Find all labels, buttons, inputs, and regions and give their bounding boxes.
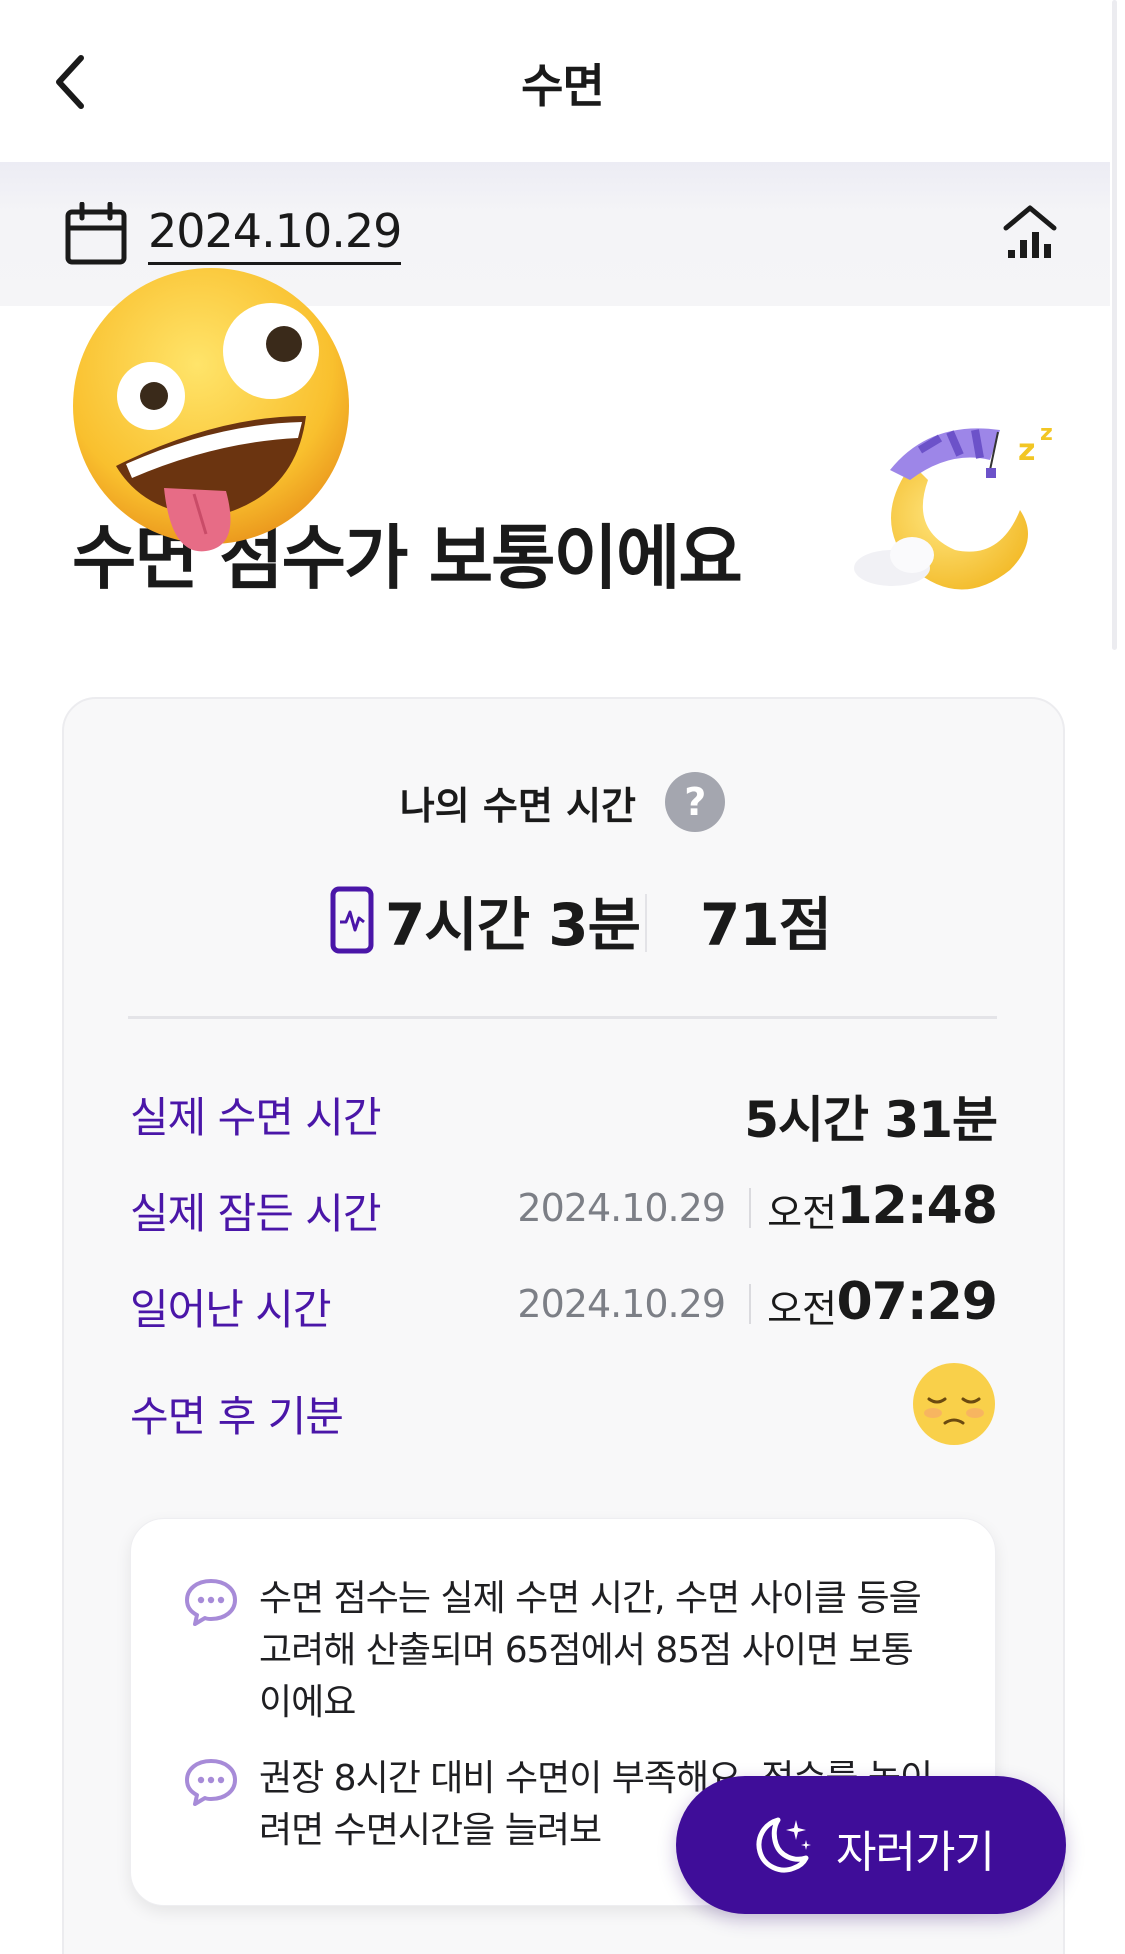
row-label: 일어난 시간 — [130, 1285, 332, 1334]
help-icon[interactable]: ? — [665, 772, 726, 832]
woke-up-row: 일어난 시간 2024.10.29 오전 07:29 — [130, 1272, 998, 1346]
divider — [128, 1016, 997, 1019]
svg-text:z: z — [1040, 421, 1053, 446]
row-ampm: 오전 — [767, 1287, 837, 1331]
row-ampm: 오전 — [767, 1191, 837, 1235]
row-date: 2024.10.29 — [517, 1282, 726, 1326]
date-selector[interactable]: 2024.10.29 — [148, 204, 402, 265]
fell-asleep-row: 실제 잠든 시간 2024.10.29 오전 12:48 — [130, 1176, 998, 1250]
mood-after-sleep-row: 수면 후 기분 — [130, 1363, 997, 1453]
tired-face-icon[interactable] — [911, 1361, 997, 1447]
woke-up-time: 07:29 — [836, 1272, 998, 1332]
row-label: 실제 잠든 시간 — [130, 1189, 382, 1238]
info-text: 수면 점수는 실제 수면 시간, 수면 사이클 등을 고려해 산출되며 65점에… — [259, 1578, 922, 1723]
row-separator — [749, 1188, 751, 1228]
my-sleep-time-text: 나의 수면 시간 — [399, 783, 636, 828]
row-separator — [749, 1284, 751, 1324]
chat-bubble-icon — [185, 1579, 237, 1626]
actual-sleep-value: 5시간 31분 — [744, 1091, 998, 1149]
info-item: 수면 점수는 실제 수면 시간, 수면 사이클 등을 고려해 산출되며 65점에… — [183, 1573, 973, 1733]
sleep-page: 수면 2024.10.29 수면 점수가 보통이에요 z z 나의 수면 시간 … — [0, 0, 1125, 1954]
svg-text:z: z — [1018, 433, 1035, 468]
sleeping-moon-illustration: z z — [854, 421, 1053, 590]
calendar-icon[interactable] — [64, 202, 128, 266]
row-label: 실제 수면 시간 — [130, 1093, 382, 1142]
bar-chart-icon[interactable] — [1000, 202, 1060, 262]
my-sleep-time-label: 나의 수면 시간 ? — [0, 772, 1125, 832]
chat-bubble-icon — [185, 1759, 237, 1806]
total-sleep-time: 7시간 3분 — [385, 891, 641, 959]
sleep-summary: 7시간 3분 71점 — [0, 878, 1125, 959]
scrollbar[interactable] — [1112, 0, 1117, 650]
zany-face-emoji-sticker — [73, 268, 349, 552]
moon-stars-icon — [756, 1817, 811, 1873]
app-header: 수면 — [0, 0, 1125, 162]
phone-heartbeat-icon — [330, 886, 374, 954]
actual-sleep-row: 실제 수면 시간 5시간 31분 — [130, 1084, 998, 1154]
fell-asleep-time: 12:48 — [836, 1176, 998, 1236]
row-label: 수면 후 기분 — [130, 1392, 344, 1441]
go-to-sleep-button[interactable]: 자러가기 — [676, 1776, 1066, 1914]
row-date: 2024.10.29 — [517, 1186, 726, 1230]
summary-divider — [645, 894, 647, 952]
page-title: 수면 — [521, 59, 605, 113]
sleep-score: 71점 — [700, 891, 832, 959]
go-to-sleep-label: 자러가기 — [836, 1827, 995, 1878]
